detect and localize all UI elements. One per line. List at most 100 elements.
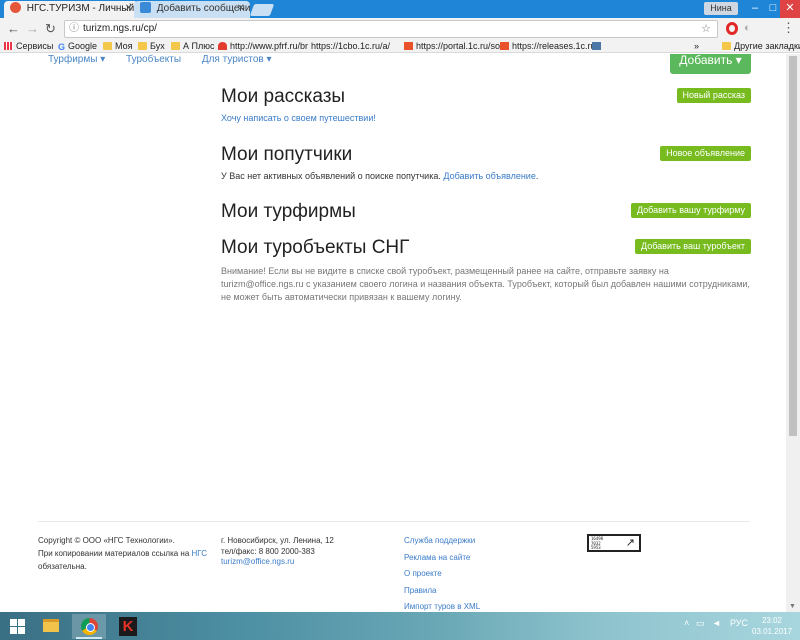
extension-icon[interactable]: ◐ [744, 22, 751, 34]
address-bar[interactable]: ⓘ turizm.ngs.ru/cp/ ☆ [64, 20, 718, 38]
counter-line-3: 5953 [591, 545, 601, 550]
copy-note-text: При копировании материалов ссылка на [38, 549, 192, 558]
footer-divider [38, 521, 750, 522]
url-text: turizm.ngs.ru/cp/ [83, 23, 157, 34]
about-link[interactable]: О проекте [404, 567, 524, 580]
opera-extension-icon[interactable] [726, 22, 738, 35]
close-tab-icon[interactable]: ✕ [125, 1, 133, 17]
add-ad-link[interactable]: Добавить объявление [443, 171, 535, 181]
tray-network-icon[interactable]: ▭ [696, 618, 705, 629]
email-link[interactable]: turizm@office.ngs.ru [221, 557, 371, 567]
tray-up-chevron-icon[interactable]: ˄ [684, 618, 689, 628]
companions-section: Мои попутчики Новое объявление У Вас нет… [221, 144, 751, 183]
stories-section: Мои рассказы Новый рассказ Хочу написать… [221, 86, 751, 125]
bookmark-releases-1c[interactable]: https://releases.1c.ru [500, 40, 596, 52]
copyright-text: Copyright © ООО «НГС Технологии». [38, 536, 175, 545]
add-object-button[interactable]: Добавить ваш туробъект [635, 239, 751, 254]
bookmark-1cbo[interactable]: https://1cbo.1c.ru/a/ [311, 40, 390, 103]
clock-time: 23:02 [761, 616, 783, 625]
bookmark-services[interactable]: Сервисы [4, 40, 53, 52]
rules-link[interactable]: Правила [404, 584, 524, 597]
advertising-link[interactable]: Реклама на сайте [404, 551, 524, 564]
page-scrollbar[interactable]: ▼ [786, 54, 800, 612]
page-viewport: Турфирмы ▾ Туробъекты Для туристов ▾ Доб… [0, 54, 800, 612]
clock-date: 03.01.2017 [752, 627, 793, 636]
google-icon: G [58, 42, 66, 52]
language-indicator[interactable]: РУС [730, 618, 748, 628]
bookmark-google[interactable]: G Google [58, 40, 97, 53]
tab-ngs-turizm[interactable]: НГС.ТУРИЗМ - Личный к ✕ [4, 1, 138, 18]
new-story-button[interactable]: Новый рассказ [676, 88, 751, 103]
nav-tourobjects[interactable]: Туробъекты [126, 54, 181, 64]
tab-add-message[interactable]: Добавить сообщение - ✕ [134, 1, 250, 18]
forward-icon[interactable]: → [26, 21, 39, 37]
1c-icon [500, 42, 509, 50]
footer-contacts: г. Новосибирск, ул. Ленина, 12 тел/факс:… [221, 534, 371, 567]
copy-note-suffix: обязательна. [38, 562, 87, 571]
browser-toolbar: ← → ↻ ⓘ turizm.ngs.ru/cp/ ☆ ◐ ⋮ [0, 18, 800, 40]
footer-links: Служба поддержки Реклама на сайте О прое… [404, 534, 524, 617]
scrollbar-thumb[interactable] [789, 56, 797, 436]
huawei-icon [218, 42, 227, 50]
bookmarks-bar: Сервисы G Google Моя Бух А Плюс http://ww… [0, 40, 800, 103]
phone-text: тел/факс: 8 800 2000-383 [221, 547, 315, 556]
scroll-down-icon[interactable]: ▼ [789, 603, 796, 610]
bookmark-folder-aplus[interactable]: А Плюс [171, 40, 214, 52]
apps-icon [4, 42, 13, 50]
active-indicator [76, 637, 102, 639]
bookmark-portal-1c[interactable]: https://portal.1c.ru/so [404, 40, 500, 52]
reload-icon[interactable]: ↻ [45, 21, 56, 37]
close-tab-icon[interactable]: ✕ [237, 1, 245, 17]
taskbar-kaspersky[interactable]: K [110, 614, 144, 639]
profile-button[interactable]: Нина [704, 2, 738, 15]
1c-icon [404, 42, 413, 50]
new-ad-button[interactable]: Новое объявление [660, 146, 751, 161]
stories-title: Мои рассказы [221, 86, 346, 107]
folder-icon [171, 42, 180, 50]
back-icon[interactable]: ← [7, 21, 20, 37]
add-agency-button[interactable]: Добавить вашу турфирму [630, 203, 751, 218]
windows-taskbar: K ˄ ▭ ◄ РУС 23:02 03.01.2017 [0, 612, 800, 640]
folder-icon [103, 42, 112, 50]
chat-favicon-icon [140, 2, 151, 13]
bookmark-other[interactable]: Другие закладки [722, 40, 800, 52]
bookmark-folder-buh[interactable]: Бух [138, 40, 165, 52]
kaspersky-icon: K [119, 617, 137, 636]
system-clock[interactable]: 23:02 03.01.2017 [752, 615, 792, 637]
top-navigation: Турфирмы ▾ Туробъекты Для туристов ▾ [48, 54, 290, 64]
ngs-link[interactable]: НГС [192, 549, 208, 558]
liveinternet-counter[interactable]: 16498 7032 5953 ↗ [587, 534, 641, 552]
tab-strip: НГС.ТУРИЗМ - Личный к ✕ Добавить сообщен… [0, 0, 800, 18]
taskbar-explorer[interactable] [34, 614, 68, 639]
menu-icon[interactable]: ⋮ [782, 21, 795, 35]
new-tab-button[interactable] [249, 4, 275, 16]
ngs-favicon-icon [10, 2, 21, 13]
nav-tourfirms[interactable]: Турфирмы ▾ [48, 54, 105, 64]
chrome-icon [81, 618, 98, 635]
bookmark-folder-moya[interactable]: Моя [103, 40, 132, 52]
period-text: . [535, 171, 539, 181]
support-link[interactable]: Служба поддержки [404, 534, 524, 547]
folder-icon [138, 42, 147, 50]
objects-section: Мои туробъекты СНГ Добавить ваш туробъек… [221, 237, 751, 304]
nav-for-tourists[interactable]: Для туристов ▾ [202, 54, 272, 64]
bookmark-star-icon[interactable]: ☆ [701, 21, 711, 37]
folder-icon [722, 42, 731, 50]
tab-title: НГС.ТУРИЗМ - Личный к [26, 3, 138, 14]
tray-volume-icon[interactable]: ◄ [712, 618, 721, 628]
windows-start-icon[interactable] [10, 619, 25, 634]
add-dropdown-button[interactable]: Добавить ▾ [670, 54, 751, 74]
vk-icon [592, 42, 601, 50]
file-explorer-icon [43, 619, 59, 632]
write-story-link[interactable]: Хочу написать о своем путешествии! [221, 113, 376, 123]
arrow-icon: ↗ [625, 537, 635, 549]
info-icon[interactable]: ⓘ [69, 21, 79, 37]
close-window-icon[interactable]: ✕ [780, 0, 800, 18]
bookmark-pfrf[interactable]: http://www.pfrf.ru/br [218, 40, 308, 52]
bookmark-vk[interactable] [592, 40, 604, 52]
chevron-more-icon[interactable]: » [694, 40, 699, 52]
objects-notice: Внимание! Если вы не видите в списке сво… [221, 266, 750, 302]
taskbar-chrome[interactable] [72, 614, 106, 639]
footer-copyright: Copyright © ООО «НГС Технологии». При ко… [38, 534, 208, 573]
agencies-section: Мои турфирмы Добавить вашу турфирму [221, 201, 751, 223]
